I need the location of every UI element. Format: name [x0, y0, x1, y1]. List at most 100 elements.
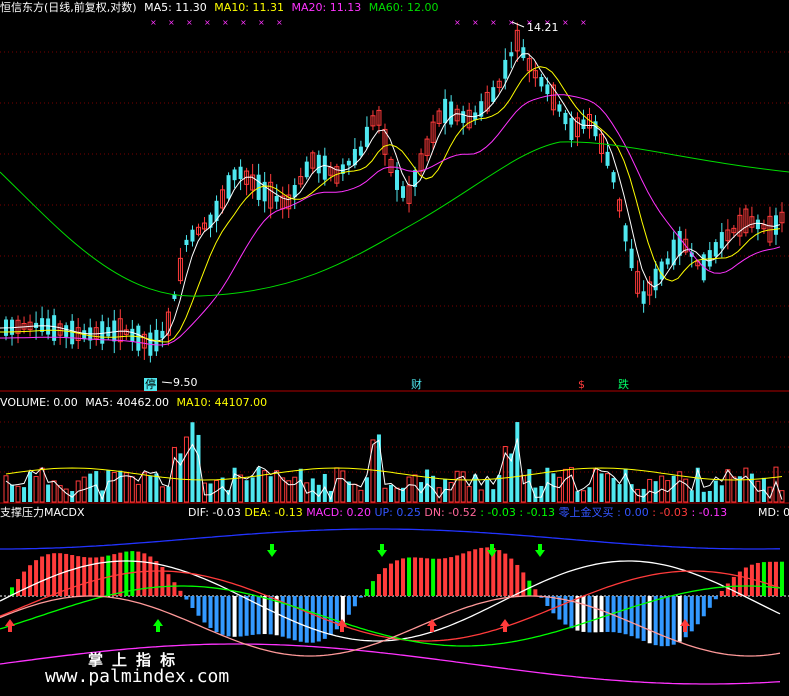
price-candle — [665, 258, 670, 265]
macd-bar — [695, 596, 700, 625]
volume-bar — [701, 491, 706, 502]
macd-bar — [40, 556, 45, 596]
macd-bar — [214, 596, 219, 633]
volume-bar — [491, 489, 496, 502]
price-candle — [100, 321, 105, 344]
sell-arrow-icon — [267, 544, 277, 557]
macd-bar — [395, 560, 399, 596]
macd-bar — [352, 596, 357, 607]
ma60-line — [0, 141, 789, 297]
signal-marker: × — [204, 18, 211, 27]
macd-bar — [82, 557, 87, 596]
volume-bar — [51, 480, 57, 503]
signal-marker: × — [168, 18, 175, 27]
price-candle — [545, 84, 550, 95]
volume-bar — [671, 475, 676, 502]
macd-bar — [346, 596, 351, 615]
price-candle — [557, 104, 562, 112]
macd-bar — [190, 596, 195, 608]
event-tag-fall[interactable]: 跌 — [617, 378, 630, 391]
volume-bar — [520, 474, 526, 503]
value-3-label: : 0.00 — [617, 506, 649, 519]
ma20-line — [0, 94, 781, 346]
volume-panel[interactable]: VOLUME: 0.00 MA5: 40462.00 MA10: 44107.0… — [0, 392, 789, 504]
macd-bar — [262, 596, 267, 635]
price-candle — [130, 328, 135, 342]
volume-bar — [593, 468, 599, 503]
volume-bar — [562, 468, 568, 503]
price-candle — [395, 170, 399, 190]
volume-bar — [118, 470, 123, 502]
volume-bar — [292, 476, 298, 503]
macd-bar — [671, 596, 676, 645]
price-candle — [449, 101, 454, 125]
volume-ma10-label: MA10: 44107.00 — [176, 396, 268, 409]
volume-bar — [268, 476, 273, 502]
price-candle — [605, 151, 610, 166]
volume-bar — [568, 467, 574, 503]
price-panel[interactable]: × × × × × × × × × × × × × × × × 恒信东方(日线,前复权,对数) MA5: 11… — [0, 0, 789, 392]
macd-bar — [761, 562, 766, 596]
macd-bar — [581, 596, 586, 632]
volume-bar — [725, 469, 731, 503]
macd-bar — [130, 551, 135, 596]
price-candle — [443, 98, 448, 124]
macd-bar — [401, 558, 406, 596]
volume-bar — [159, 486, 165, 503]
volume-bar — [28, 471, 33, 502]
macd-bar — [449, 557, 454, 596]
event-tag-dollar[interactable]: $ — [577, 378, 586, 391]
macd-bar — [533, 589, 538, 596]
sell-arrow-icon — [377, 544, 387, 557]
volume-bar — [111, 471, 117, 503]
price-chart[interactable]: × × × × × × × × × × × × × × × × — [0, 0, 789, 392]
macd-bar — [467, 551, 472, 596]
volume-bar — [33, 476, 39, 503]
macd-bar — [88, 557, 93, 596]
price-candle — [184, 239, 189, 245]
volume-bar — [238, 474, 244, 503]
volume-bar — [274, 470, 280, 503]
macd-bar — [76, 556, 81, 596]
macd-bar — [515, 564, 520, 596]
price-candle — [238, 166, 243, 180]
event-tag-finance[interactable]: 财 — [410, 378, 423, 391]
price-candle — [461, 111, 466, 123]
price-candle — [569, 118, 574, 141]
macd-bar — [382, 568, 387, 596]
macd-bar — [407, 557, 412, 596]
price-candle — [659, 261, 664, 280]
low-price-label: 9.50 — [173, 376, 198, 389]
price-candle — [304, 161, 309, 178]
volume-bar — [15, 485, 21, 503]
volume-bar — [743, 467, 749, 503]
volume-bar — [713, 480, 718, 502]
macd-bar — [370, 581, 375, 596]
event-tag-suspend[interactable]: 停 — [144, 378, 157, 391]
macd-bar — [587, 596, 592, 633]
price-candle — [623, 225, 628, 242]
volume-bar — [406, 476, 412, 503]
macd-bar — [707, 596, 712, 608]
volume-bar — [388, 484, 393, 502]
signal-marker: × — [454, 18, 461, 27]
macd-bar — [196, 596, 201, 616]
macd-bar — [425, 558, 430, 596]
macd-bar — [635, 596, 640, 639]
sell-arrow-icon — [535, 544, 545, 557]
macd-bar — [358, 596, 363, 598]
price-candle — [521, 47, 526, 59]
price-candle — [136, 325, 141, 351]
macd-bar — [617, 596, 622, 633]
price-candle — [713, 242, 718, 257]
volume-bar — [10, 484, 15, 502]
volume-ma5-label: MA5: 40462.00 — [85, 396, 169, 409]
macd-bar — [184, 596, 189, 600]
macd-bar — [166, 574, 171, 596]
buy-arrow-icon — [5, 619, 15, 632]
volume-bar — [382, 487, 388, 503]
macd-bar — [461, 553, 466, 596]
buy-arrow-icon — [153, 619, 163, 632]
volume-bar — [129, 476, 135, 503]
price-candle — [346, 160, 351, 166]
